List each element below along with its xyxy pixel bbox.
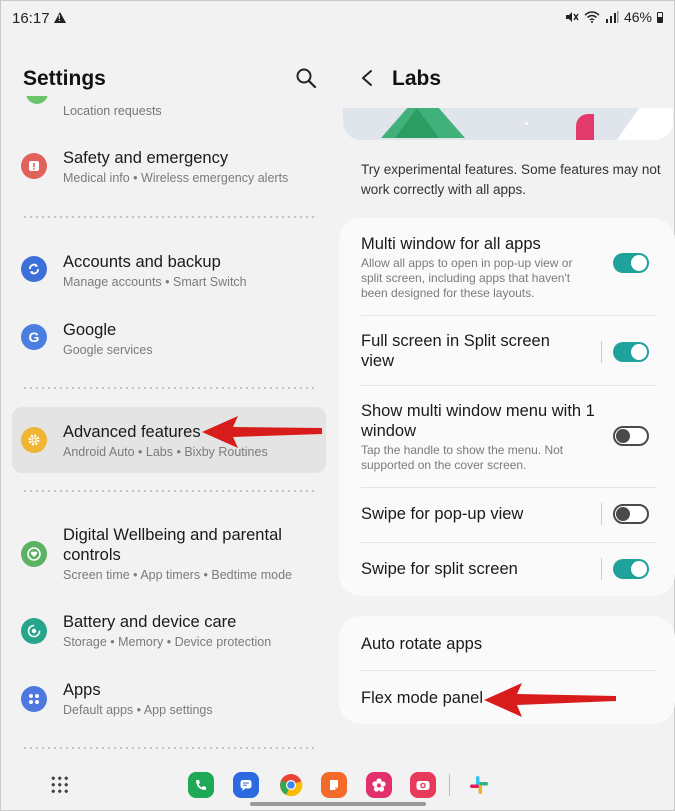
location-sub: Location requests xyxy=(63,104,162,118)
settings-item-title: Accounts and backup xyxy=(63,253,221,271)
google-icon: G xyxy=(21,324,47,350)
toggle-row-title: Full screen in Split screen view xyxy=(361,332,550,370)
annotation-arrow-advanced xyxy=(202,416,322,448)
link-row-title: Auto rotate apps xyxy=(361,635,483,653)
battery-icon xyxy=(657,11,663,23)
toggle-switch[interactable] xyxy=(613,426,649,446)
camera-app-icon[interactable] xyxy=(410,772,436,798)
labs-intro-text: Try experimental features. Some features… xyxy=(361,162,661,197)
battery-percent: 46% xyxy=(623,9,652,25)
status-bar: 16:17 46% xyxy=(0,0,675,38)
status-time: 16:17 xyxy=(12,10,50,27)
home-gesture-bar[interactable] xyxy=(250,802,426,806)
toggle-row-full-screen-split[interactable]: Full screen in Split screen view xyxy=(361,331,657,373)
settings-item-safety[interactable]: Safety and emergency Medical info • Wire… xyxy=(12,144,326,196)
settings-item-sub: Manage accounts • Smart Switch xyxy=(63,275,247,289)
alert-icon xyxy=(21,153,47,179)
warning-icon xyxy=(54,12,66,23)
toggle-row-title: Show multi window menu with 1 window xyxy=(361,402,595,440)
dock-bar xyxy=(0,760,675,811)
settings-item-apps[interactable]: Apps Default apps • App settings xyxy=(12,678,326,730)
divider xyxy=(22,216,318,218)
apps-icon xyxy=(21,686,47,712)
toggle-row-title: Swipe for split screen xyxy=(361,560,518,578)
toggle-switch[interactable] xyxy=(613,253,649,273)
status-indicators: 46% xyxy=(565,9,663,25)
sync-icon xyxy=(21,256,47,282)
toggle-separator xyxy=(601,341,602,363)
heart-icon xyxy=(21,541,47,567)
toggle-switch[interactable] xyxy=(613,342,649,362)
device-care-icon xyxy=(21,618,47,644)
wifi-icon xyxy=(584,11,600,23)
settings-item-title: Advanced features xyxy=(63,423,201,441)
toggle-row-desc: Tap the handle to show the menu. Not sup… xyxy=(361,443,564,472)
search-icon[interactable] xyxy=(294,66,318,90)
row-divider xyxy=(361,487,657,488)
location-item[interactable]: Location requests xyxy=(20,96,320,118)
toggle-row-title: Multi window for all apps xyxy=(361,235,541,253)
settings-title: Settings xyxy=(23,67,106,90)
labs-toggle-card: Multi window for all apps Allow all apps… xyxy=(339,218,675,596)
divider xyxy=(22,747,318,749)
location-icon xyxy=(26,96,48,104)
row-divider xyxy=(361,670,657,671)
gear-plus-icon xyxy=(21,427,47,453)
settings-panel: Settings Location requests Safety and em… xyxy=(0,38,337,756)
labs-banner-illustration xyxy=(343,108,673,140)
row-divider xyxy=(361,385,657,386)
divider xyxy=(22,387,318,389)
app-drawer-icon[interactable] xyxy=(50,775,70,795)
slack-app-icon[interactable] xyxy=(466,772,492,798)
blossom-app-icon[interactable] xyxy=(366,772,392,798)
phone-app-icon[interactable] xyxy=(188,772,214,798)
toggle-switch[interactable] xyxy=(613,559,649,579)
settings-item-google[interactable]: G Google Google services xyxy=(12,314,326,366)
toggle-separator xyxy=(601,558,602,580)
dock-separator xyxy=(449,774,450,796)
toggle-switch[interactable] xyxy=(613,504,649,524)
settings-item-sub: Screen time • App timers • Bedtime mode xyxy=(63,568,292,582)
settings-item-sub: Medical info • Wireless emergency alerts xyxy=(63,171,289,185)
labs-title: Labs xyxy=(392,67,442,90)
messages-app-icon[interactable] xyxy=(233,772,259,798)
notes-app-icon[interactable] xyxy=(321,772,347,798)
link-row-title: Flex mode panel xyxy=(361,689,483,707)
settings-item-title: Google xyxy=(63,321,117,339)
link-row-auto-rotate[interactable]: Auto rotate apps xyxy=(361,634,657,658)
signal-icon xyxy=(605,11,619,23)
settings-item-sub: Google services xyxy=(63,343,153,357)
row-divider xyxy=(361,542,657,543)
toggle-row-desc: Allow all apps to open in pop-up view or… xyxy=(361,256,573,300)
settings-item-accounts[interactable]: Accounts and backup Manage accounts • Sm… xyxy=(12,246,326,298)
settings-item-title: Safety and emergency xyxy=(63,149,229,167)
mute-icon xyxy=(565,12,579,22)
toggle-row-multi-window[interactable]: Multi window for all apps Allow all apps… xyxy=(361,234,657,318)
settings-item-title: Apps xyxy=(63,681,101,699)
settings-item-battery[interactable]: Battery and device care Storage • Memory… xyxy=(12,610,326,662)
row-divider xyxy=(361,315,657,316)
settings-item-title: Battery and device care xyxy=(63,613,237,631)
annotation-arrow-flex-mode xyxy=(484,683,616,717)
divider xyxy=(22,490,318,492)
labs-panel: Labs Try experimental features. Some fea… xyxy=(337,38,675,756)
settings-item-sub: Storage • Memory • Device protection xyxy=(63,635,272,649)
chrome-app-icon[interactable] xyxy=(278,772,304,798)
toggle-row-swipe-popup[interactable]: Swipe for pop-up view xyxy=(361,503,657,528)
toggle-row-swipe-split[interactable]: Swipe for split screen xyxy=(361,558,657,583)
back-arrow-icon[interactable] xyxy=(360,69,374,87)
toggle-separator xyxy=(601,503,602,525)
toggle-row-title: Swipe for pop-up view xyxy=(361,505,524,523)
settings-item-title: Digital Wellbeing and parental controls xyxy=(63,526,282,564)
settings-item-digital-wellbeing[interactable]: Digital Wellbeing and parental controls … xyxy=(12,524,326,586)
settings-item-sub: Default apps • App settings xyxy=(63,703,213,717)
toggle-row-multi-window-menu[interactable]: Show multi window menu with 1 window Tap… xyxy=(361,401,657,475)
